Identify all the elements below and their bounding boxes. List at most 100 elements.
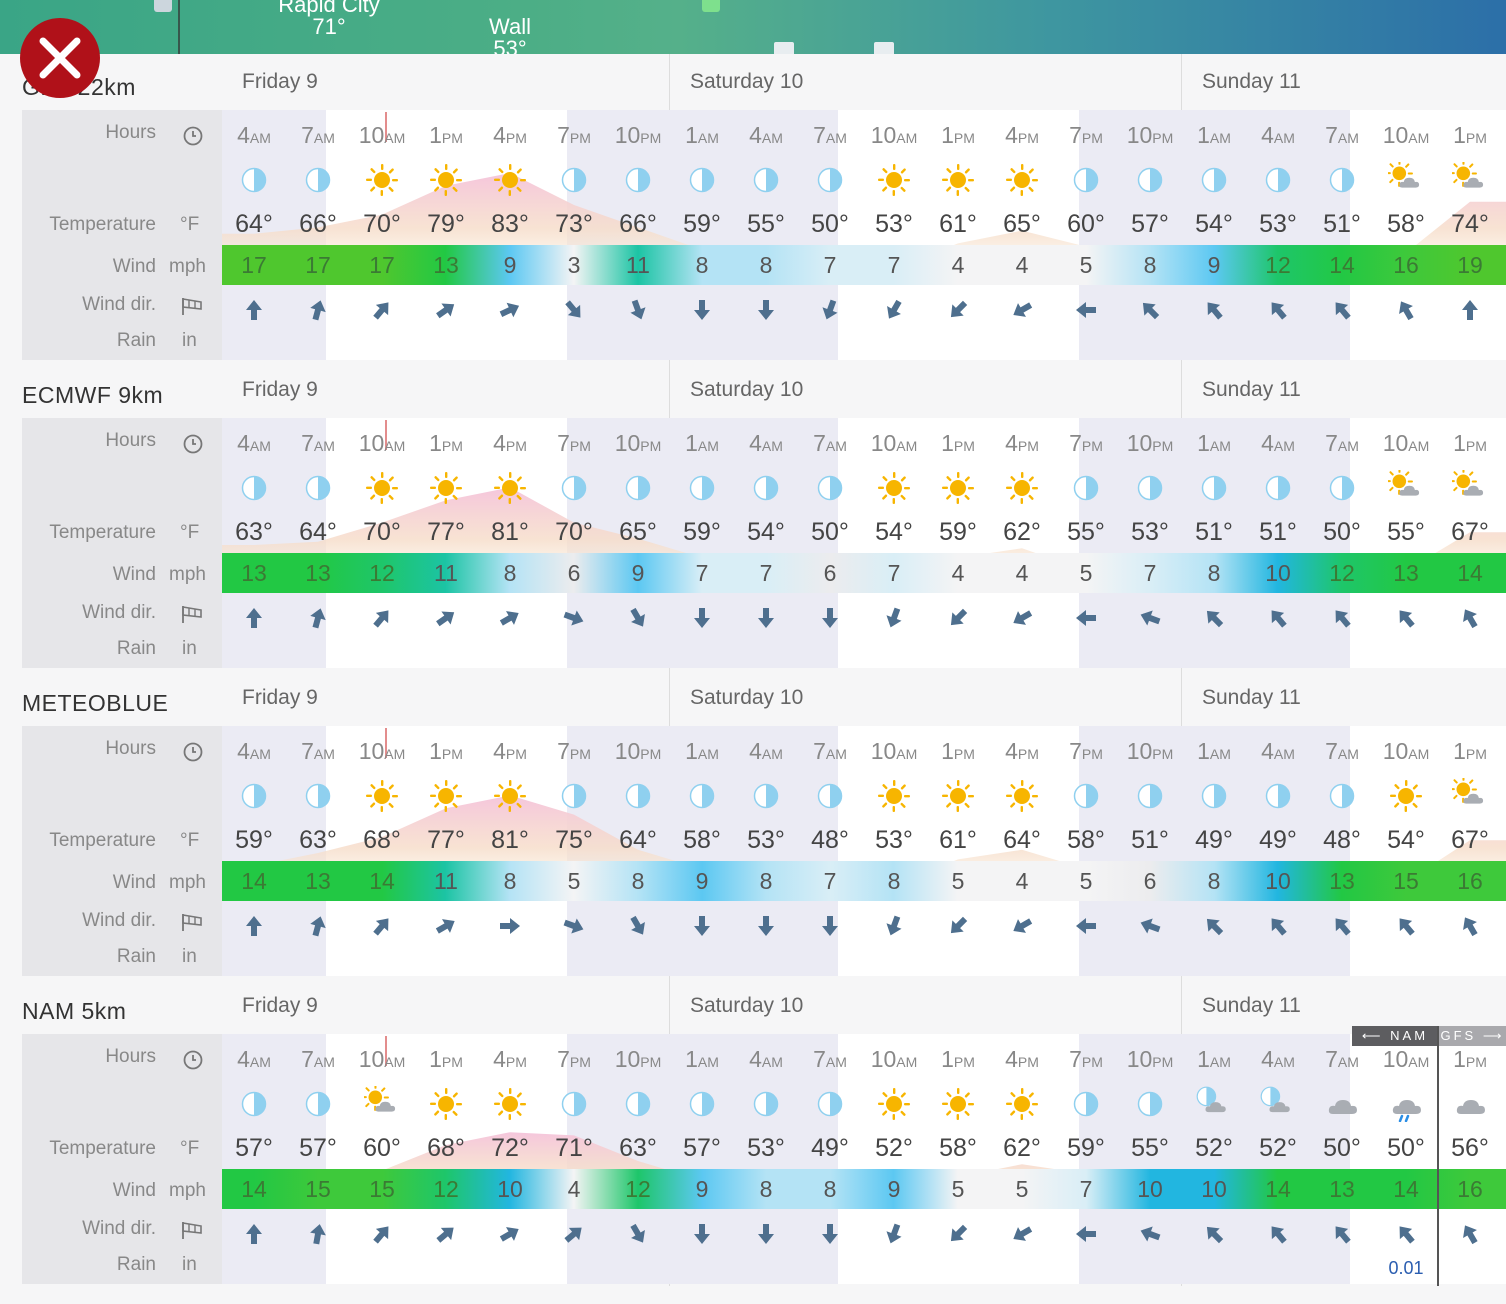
moon-icon[interactable] [1068,778,1104,814]
sun-cloud-icon[interactable] [1385,467,1424,506]
moon-icon[interactable] [620,470,656,506]
moon-icon[interactable] [1132,1086,1168,1122]
moon-cloud-icon[interactable] [1260,1086,1296,1122]
moon-icon[interactable] [556,470,592,506]
moon-icon[interactable] [1132,778,1168,814]
moon-icon[interactable] [1132,470,1168,506]
rain-cloud-icon[interactable] [1388,1086,1424,1123]
sun-icon[interactable] [428,778,464,814]
moon-icon[interactable] [812,778,848,814]
moon-cloud-icon[interactable] [1196,1086,1232,1122]
wind-unit[interactable]: mph [169,872,206,894]
map-strip[interactable]: Rapid City 71° Wall 53° [0,0,1506,54]
wind-unit[interactable]: mph [169,1180,206,1202]
sun-icon[interactable] [1004,162,1040,198]
sun-icon[interactable] [876,778,912,814]
forecast-grid[interactable]: 4AM 59° 14 7AM 63° 13 10AM 68° 14 1PM 77° 11 4PM 81° 8… [222,726,1506,976]
model-title[interactable]: METEOBLUE [22,690,168,717]
moon-icon[interactable] [748,778,784,814]
wind-unit[interactable]: mph [169,256,206,278]
moon-icon[interactable] [684,1086,720,1122]
moon-icon[interactable] [748,1086,784,1122]
moon-icon[interactable] [684,778,720,814]
moon-icon[interactable] [556,778,592,814]
moon-icon[interactable] [300,470,336,506]
map-pin-icon[interactable] [154,0,172,12]
sun-icon[interactable] [428,470,464,506]
moon-icon[interactable] [1260,470,1296,506]
sun-icon[interactable] [1004,1086,1040,1122]
cloud-icon[interactable] [1452,1086,1488,1122]
moon-icon[interactable] [620,162,656,198]
moon-icon[interactable] [1196,778,1232,814]
sun-icon[interactable] [940,1086,976,1122]
sun-icon[interactable] [428,162,464,198]
map-pin-icon[interactable] [702,0,720,12]
rain-unit[interactable]: in [182,946,197,968]
moon-icon[interactable] [748,162,784,198]
sun-icon[interactable] [364,470,400,506]
moon-icon[interactable] [556,162,592,198]
rain-unit[interactable]: in [182,638,197,660]
sun-icon[interactable] [876,1086,912,1122]
temperature-unit[interactable]: °F [180,522,199,544]
moon-icon[interactable] [300,778,336,814]
moon-icon[interactable] [748,470,784,506]
moon-icon[interactable] [1132,162,1168,198]
sun-cloud-icon[interactable] [1449,159,1488,198]
moon-icon[interactable] [812,1086,848,1122]
temperature-unit[interactable]: °F [180,1138,199,1160]
sun-icon[interactable] [364,162,400,198]
sun-cloud-icon[interactable] [1385,159,1424,198]
webcam-icon[interactable] [774,42,794,54]
sun-icon[interactable] [876,470,912,506]
forecast-grid[interactable]: 4AM 57° 14 7AM 57° 15 10AM 60° 15 1PM 68° 12 4PM 72° 1… [222,1034,1506,1284]
cloud-icon[interactable] [1324,1086,1360,1122]
wind-unit[interactable]: mph [169,564,206,586]
moon-icon[interactable] [1260,778,1296,814]
sun-icon[interactable] [364,778,400,814]
sun-icon[interactable] [940,162,976,198]
moon-icon[interactable] [1324,162,1360,198]
close-button[interactable] [20,18,100,98]
temperature-unit[interactable]: °F [180,830,199,852]
moon-icon[interactable] [236,1086,272,1122]
moon-icon[interactable] [300,1086,336,1122]
moon-icon[interactable] [1324,778,1360,814]
rain-unit[interactable]: in [182,330,197,352]
temperature-unit[interactable]: °F [180,214,199,236]
sun-icon[interactable] [428,1086,464,1122]
moon-icon[interactable] [1196,470,1232,506]
moon-icon[interactable] [1260,162,1296,198]
moon-icon[interactable] [812,162,848,198]
sun-cloud-icon[interactable] [1449,775,1488,814]
map-city[interactable]: Rapid City 71° [270,0,388,38]
sun-icon[interactable] [940,778,976,814]
sun-icon[interactable] [492,1086,528,1122]
moon-icon[interactable] [1068,1086,1104,1122]
webcam-icon[interactable] [874,42,894,54]
moon-icon[interactable] [236,162,272,198]
moon-icon[interactable] [620,1086,656,1122]
sun-cloud-icon[interactable] [1449,467,1488,506]
sun-icon[interactable] [492,162,528,198]
moon-icon[interactable] [620,778,656,814]
forecast-grid[interactable]: 4AM 64° 17 7AM 66° 17 10AM 70° 17 1PM 79° 13 4PM 83° 9… [222,110,1506,360]
sun-icon[interactable] [940,470,976,506]
moon-icon[interactable] [300,162,336,198]
moon-icon[interactable] [1068,162,1104,198]
sun-icon[interactable] [1004,470,1040,506]
moon-icon[interactable] [236,470,272,506]
moon-icon[interactable] [812,470,848,506]
sun-icon[interactable] [492,778,528,814]
rain-unit[interactable]: in [182,1254,197,1276]
model-title[interactable]: ECMWF 9km [22,382,163,409]
moon-icon[interactable] [236,778,272,814]
sun-icon[interactable] [876,162,912,198]
sun-icon[interactable] [1004,778,1040,814]
moon-icon[interactable] [1068,470,1104,506]
moon-icon[interactable] [1196,162,1232,198]
sun-icon[interactable] [492,470,528,506]
moon-icon[interactable] [556,1086,592,1122]
model-title[interactable]: NAM 5km [22,998,126,1025]
